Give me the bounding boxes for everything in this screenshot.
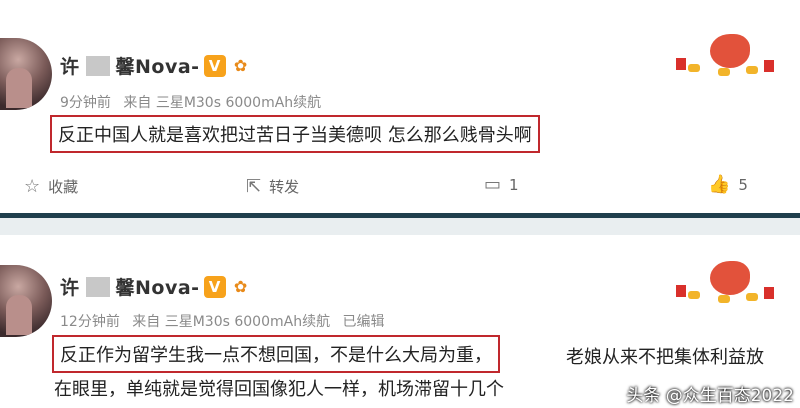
card-decoration-image (668, 28, 788, 78)
user-name-prefix[interactable]: 许 (60, 273, 80, 300)
repost-label: 转发 (269, 178, 300, 196)
user-name-row: 许 馨Nova- V ✿ (60, 273, 252, 300)
post-time[interactable]: 9分钟前 (60, 95, 111, 111)
name-censor-mask (85, 276, 110, 297)
user-name-row: 许 馨Nova- V ✿ (60, 52, 252, 79)
vip-emoji-icon: ✿ (233, 277, 248, 296)
post-content-continued: 老娘从来不把集体利益放 (566, 347, 764, 368)
like-button[interactable]: 👍 5 (708, 174, 748, 195)
comment-icon: ▭ (484, 174, 502, 195)
verified-badge: V (203, 54, 226, 77)
post-time[interactable]: 12分钟前 (60, 314, 120, 330)
post-source: 来自 三星M30s 6000mAh续航 (132, 314, 331, 330)
post-action-bar: ☆ 收藏 ⇱ 转发 ▭ 1 👍 5 (0, 176, 800, 202)
repost-icon: ⇱ (246, 175, 262, 197)
post-source: 来自 三星M30s 6000mAh续航 (123, 95, 322, 111)
post-meta: 9分钟前 来自 三星M30s 6000mAh续航 (60, 92, 329, 112)
card-decoration-image (668, 255, 788, 305)
avatar[interactable] (0, 38, 52, 110)
avatar[interactable] (0, 265, 52, 337)
verified-badge: V (203, 275, 226, 298)
vip-emoji-icon: ✿ (233, 56, 248, 75)
user-name-suffix[interactable]: 馨Nova- (116, 273, 200, 300)
user-name-prefix[interactable]: 许 (60, 52, 80, 79)
like-count: 5 (738, 176, 748, 194)
post-divider (0, 213, 800, 235)
thumbs-up-icon: 👍 (708, 174, 731, 195)
post-content-highlighted: 反正中国人就是喜欢把过苦日子当美德呗 怎么那么贱骨头啊 (50, 115, 540, 153)
post-content-highlighted: 反正作为留学生我一点不想回国，不是什么大局为重， (52, 335, 500, 373)
comment-button[interactable]: ▭ 1 (484, 174, 519, 195)
comment-count: 1 (509, 176, 519, 194)
post-content-line2: 在眼里，单纯就是觉得回国像犯人一样，机场滞留十几个 (54, 379, 504, 400)
star-icon: ☆ (24, 175, 41, 197)
favorite-button[interactable]: ☆ 收藏 (24, 176, 78, 197)
repost-button[interactable]: ⇱ 转发 (246, 176, 299, 197)
user-name-suffix[interactable]: 馨Nova- (116, 52, 200, 79)
favorite-label: 收藏 (48, 178, 79, 196)
post-meta: 12分钟前 来自 三星M30s 6000mAh续航 已编辑 (60, 311, 393, 331)
weibo-post-1: 许 馨Nova- V ✿ 9分钟前 来自 三星M30s 6000mAh续航 反正… (0, 0, 800, 213)
edited-label[interactable]: 已编辑 (343, 314, 385, 330)
name-censor-mask (85, 55, 110, 76)
source-watermark: 头条 @众生百态2022 (626, 386, 794, 406)
